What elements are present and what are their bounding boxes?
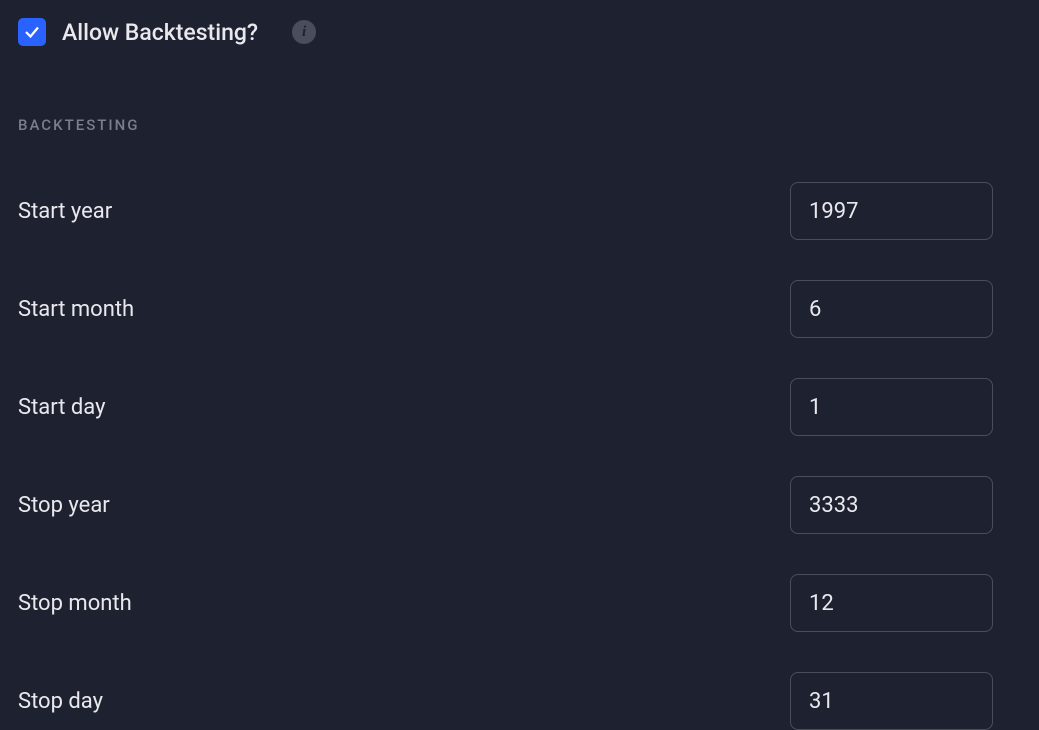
info-icon[interactable]: i	[292, 20, 316, 44]
start-month-label: Start month	[18, 297, 134, 322]
start-month-input[interactable]	[790, 280, 993, 338]
stop-month-input[interactable]	[790, 574, 993, 632]
stop-year-input[interactable]	[790, 476, 993, 534]
stop-day-row: Stop day	[18, 672, 1021, 730]
check-icon	[23, 23, 41, 41]
stop-year-row: Stop year	[18, 476, 1021, 534]
stop-month-label: Stop month	[18, 591, 132, 616]
start-year-row: Start year	[18, 182, 1021, 240]
start-day-row: Start day	[18, 378, 1021, 436]
allow-backtesting-row: Allow Backtesting? i	[18, 18, 1021, 46]
start-day-label: Start day	[18, 395, 106, 420]
start-year-input[interactable]	[790, 182, 993, 240]
start-month-row: Start month	[18, 280, 1021, 338]
stop-day-input[interactable]	[790, 672, 993, 730]
section-title-backtesting: BACKTESTING	[18, 116, 1021, 134]
allow-backtesting-checkbox[interactable]	[18, 18, 46, 46]
stop-month-row: Stop month	[18, 574, 1021, 632]
start-year-label: Start year	[18, 199, 112, 224]
stop-year-label: Stop year	[18, 493, 110, 518]
stop-day-label: Stop day	[18, 689, 103, 714]
start-day-input[interactable]	[790, 378, 993, 436]
allow-backtesting-label: Allow Backtesting?	[62, 19, 258, 46]
